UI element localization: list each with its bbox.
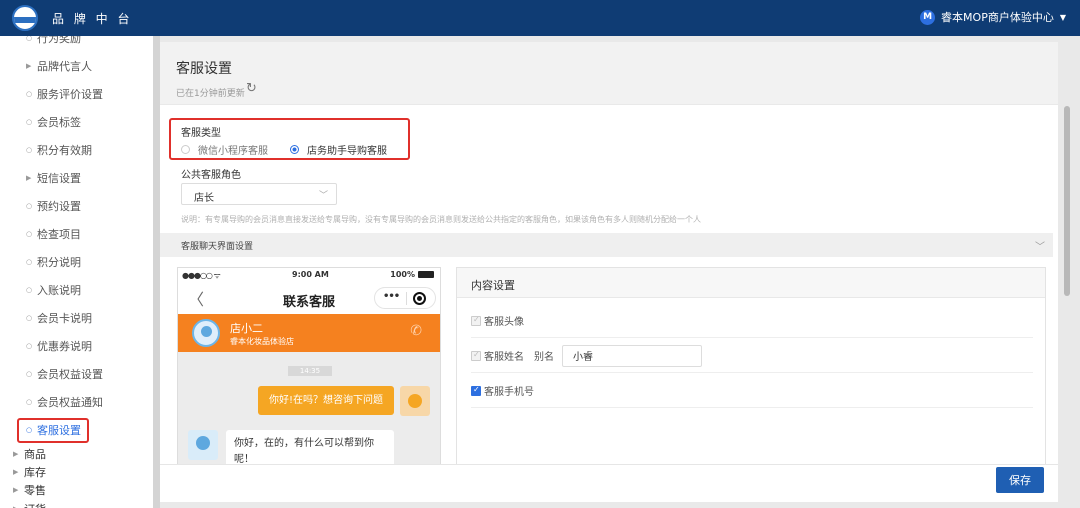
help-note: 说明：有专属导购的会员消息直接发送给专属导购，没有专属导购的会员消息则发送给公共… bbox=[181, 215, 701, 224]
bullet-icon: ○ bbox=[26, 90, 33, 98]
brand-title: 品 牌 中 台 bbox=[52, 12, 133, 26]
setting-mobile-row[interactable]: 客服手机号 bbox=[471, 374, 1033, 408]
expand-arrow-icon: ▶ bbox=[26, 62, 32, 70]
sidebar-item-benefit-settings[interactable]: ○ 会员权益设置 bbox=[0, 364, 153, 384]
sidebar-item-inspection-items[interactable]: ○ 检查项目 bbox=[0, 224, 153, 244]
sidebar-item-sms-settings[interactable]: ▶ 短信设置 bbox=[0, 168, 153, 188]
chat-timestamp: 14:35 bbox=[288, 366, 332, 376]
content-panel: 客服类型 微信小程序客服 店务助手导购客服 公共客服角色 店长 ﹀ 说明：有专属… bbox=[160, 105, 1058, 465]
sidebar-item-behavior-reward[interactable]: ○ 行为奖励 bbox=[0, 36, 153, 48]
close-target-icon bbox=[413, 292, 426, 305]
top-bar: 品 牌 中 台 M 睿本MOP商户体验中心 ▼ bbox=[0, 0, 1080, 36]
agent-avatar-icon bbox=[188, 430, 218, 460]
sidebar-item-points-validity[interactable]: ○ 积分有效期 bbox=[0, 140, 153, 160]
sidebar: ○ 行为奖励 ▶ 品牌代言人 ○ 服务评价设置 ○ 会员标签 ○ 积分有效期 ▶ 短信设置 … bbox=[0, 36, 153, 508]
scrollbar[interactable] bbox=[1064, 106, 1070, 296]
bullet-icon: ○ bbox=[26, 230, 33, 238]
bullet-icon: ○ bbox=[26, 258, 33, 266]
expand-arrow-icon: ▶ bbox=[26, 174, 32, 182]
chevron-down-icon: ﹀ bbox=[318, 191, 328, 201]
bullet-icon: ○ bbox=[26, 286, 33, 294]
bullet-icon: ○ bbox=[26, 314, 33, 322]
agent-avatar-icon bbox=[192, 319, 220, 347]
bullet-icon: ○ bbox=[26, 202, 33, 210]
expand-arrow-icon: ▶ bbox=[13, 486, 19, 494]
save-button[interactable]: 保存 bbox=[996, 467, 1044, 493]
agent-message-bubble: 你好，在的，有什么可以帮到你呢！ bbox=[226, 430, 394, 465]
signal-icon: ●●●○○ ᯤ bbox=[182, 271, 221, 280]
agent-banner: 店小二 睿本化妆品体验店 ✆ bbox=[178, 314, 440, 352]
brand-logo-icon[interactable] bbox=[12, 5, 38, 31]
phone-preview: ●●●○○ ᯤ 9:00 AM 100% 〈 联系客服 ••• 店小二 睿本化妆… bbox=[177, 267, 441, 465]
sidebar-item-member-card-info[interactable]: ○ 会员卡说明 bbox=[0, 308, 153, 328]
sidebar-item-booking-settings[interactable]: ○ 预约设置 bbox=[0, 196, 153, 216]
expand-arrow-icon: ▶ bbox=[13, 450, 19, 458]
sidebar-item-retail[interactable]: ▶ 零售 bbox=[0, 480, 153, 500]
sidebar-divider bbox=[153, 36, 160, 508]
sidebar-item-service-rating[interactable]: ○ 服务评价设置 bbox=[0, 84, 153, 104]
battery-icon bbox=[418, 271, 434, 278]
setting-name-row: 客服姓名 别名 bbox=[471, 339, 1033, 373]
sidebar-item-member-tags[interactable]: ○ 会员标签 bbox=[0, 112, 153, 132]
miniprogram-capsule: ••• bbox=[374, 287, 436, 309]
sidebar-item-coupon-info[interactable]: ○ 优惠券说明 bbox=[0, 336, 153, 356]
sidebar-item-ordering[interactable]: ▶订货 bbox=[0, 499, 153, 508]
bullet-icon: ○ bbox=[26, 118, 33, 126]
page-title: 客服设置 bbox=[176, 61, 232, 77]
checkbox-disabled-icon bbox=[471, 315, 481, 326]
expand-arrow-icon: ▶ bbox=[13, 468, 19, 476]
bullet-icon: ○ bbox=[26, 342, 33, 350]
sidebar-item-products[interactable]: ▶ 商品 bbox=[0, 444, 153, 464]
refresh-icon[interactable]: ↻ bbox=[246, 81, 257, 96]
sidebar-item-brand-ambassador[interactable]: ▶ 品牌代言人 bbox=[0, 56, 153, 76]
user-avatar-icon bbox=[400, 386, 430, 416]
highlight-box bbox=[17, 418, 89, 443]
radio-circle-icon bbox=[181, 145, 190, 154]
bullet-icon: ○ bbox=[26, 146, 33, 154]
user-message-bubble: 你好!在吗？想咨询下问题 bbox=[258, 386, 394, 415]
footer-bar bbox=[160, 464, 1058, 502]
checkbox-disabled-icon bbox=[471, 350, 481, 361]
chat-ui-section-header[interactable]: 客服聊天界面设置 ﹀ bbox=[160, 233, 1053, 257]
chevron-down-icon: ﹀ bbox=[1035, 242, 1045, 253]
phone-icon: ✆ bbox=[410, 323, 422, 339]
bullet-icon: ○ bbox=[26, 36, 33, 42]
public-role-label: 公共客服角色 bbox=[181, 170, 241, 181]
content-settings-panel: 内容设置 客服头像 客服姓名 别名 客服手机号 bbox=[456, 267, 1046, 465]
phone-nav-bar: 〈 联系客服 ••• bbox=[178, 282, 440, 314]
setting-avatar-row: 客服头像 bbox=[471, 304, 1033, 338]
alias-input[interactable] bbox=[562, 344, 702, 367]
user-menu[interactable]: M 睿本MOP商户体验中心 ▼ bbox=[920, 9, 1066, 25]
page-header: 客服设置 已在1分钟前更新 ↻ bbox=[160, 42, 1058, 104]
sidebar-item-account-info[interactable]: ○ 入账说明 bbox=[0, 280, 153, 300]
radio-wechat-service[interactable]: 微信小程序客服 bbox=[181, 142, 268, 157]
service-type-label: 客服类型 bbox=[181, 128, 221, 139]
more-icon: ••• bbox=[383, 291, 400, 302]
updated-text: 已在1分钟前更新 bbox=[176, 89, 245, 99]
user-avatar-icon: M bbox=[920, 9, 936, 25]
content-settings-header: 内容设置 bbox=[457, 268, 1045, 298]
bullet-icon: ○ bbox=[26, 398, 33, 406]
checkbox-checked-icon[interactable] bbox=[471, 385, 481, 396]
phone-status-bar: ●●●○○ ᯤ 9:00 AM 100% bbox=[178, 268, 440, 282]
bullet-icon: ○ bbox=[26, 370, 33, 378]
public-role-select[interactable]: 店长 ﹀ bbox=[181, 183, 337, 205]
user-name: 睿本MOP商户体验中心 bbox=[941, 11, 1054, 24]
sidebar-item-benefit-notice[interactable]: ○ 会员权益通知 bbox=[0, 392, 153, 412]
sidebar-item-inventory[interactable]: ▶ 库存 bbox=[0, 462, 153, 482]
radio-checked-icon bbox=[290, 145, 299, 154]
chevron-down-icon: ▼ bbox=[1059, 12, 1066, 22]
radio-assistant-service[interactable]: 店务助手导购客服 bbox=[290, 142, 387, 157]
main-area: 客服设置 已在1分钟前更新 ↻ 客服类型 微信小程序客服 店务助手导购客服 公共… bbox=[160, 36, 1080, 508]
sidebar-item-points-info[interactable]: ○ 积分说明 bbox=[0, 252, 153, 272]
